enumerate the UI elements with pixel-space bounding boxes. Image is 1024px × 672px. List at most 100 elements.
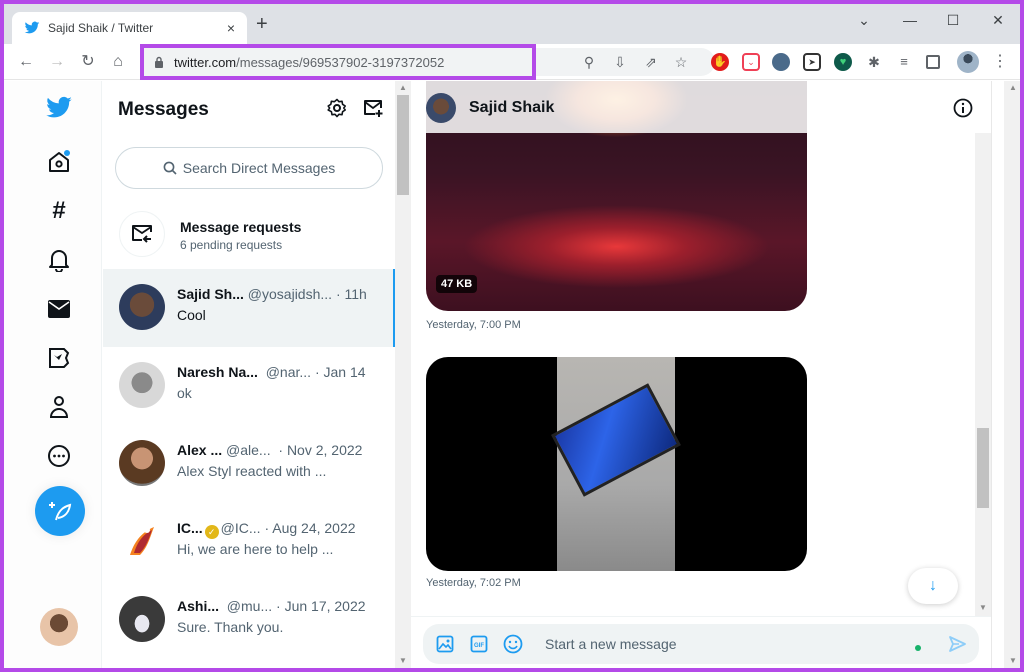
tab-strip: Sajid Shaik / Twitter × + ⌄ — ☐ ✕ [4, 4, 1020, 44]
info-icon[interactable] [953, 98, 973, 118]
conversation-item[interactable]: Naresh Na... @nar... · Jan 14 ok [103, 347, 395, 425]
scroll-down-arrow-icon[interactable]: ▼ [399, 656, 407, 665]
pocket-icon[interactable]: ⌄ [742, 53, 760, 71]
new-tab-button[interactable]: + [256, 14, 268, 34]
message-timestamp: Yesterday, 7:02 PM [426, 577, 521, 589]
account-avatar[interactable] [40, 608, 78, 646]
search-placeholder: Search Direct Messages [182, 160, 336, 176]
video-attachment[interactable] [426, 357, 807, 571]
conversation-name: Alex ... [177, 442, 223, 458]
scrollbar-thumb[interactable] [977, 428, 989, 508]
minimize-button[interactable]: — [900, 12, 920, 28]
browser-tab[interactable]: Sajid Shaik / Twitter × [12, 12, 247, 44]
tab-title: Sajid Shaik / Twitter [48, 21, 154, 35]
scrollbar-thumb[interactable] [397, 95, 409, 195]
scroll-up-arrow-icon[interactable]: ▲ [1009, 83, 1017, 92]
page-scrollbar[interactable]: ▲ ▼ [991, 81, 1020, 668]
profile-avatar[interactable] [957, 51, 979, 73]
conversation-time: · Jun 17, 2022 [276, 598, 366, 614]
verified-badge-icon: ✓ [204, 525, 219, 539]
conversation-preview: Alex Styl reacted with ... [177, 463, 327, 479]
file-size-badge: 47 KB [436, 275, 478, 293]
compose-tweet-button[interactable] [35, 486, 85, 536]
reload-button[interactable]: ↻ [78, 52, 98, 72]
telegram-icon[interactable]: ➤ [803, 53, 821, 71]
conversation-time: · Nov 2, 2022 [278, 442, 363, 458]
bookmark-star-icon[interactable]: ☆ [672, 53, 690, 71]
conversation-time: · Jan 14 [314, 364, 366, 380]
settings-gear-icon[interactable] [327, 98, 349, 120]
conversation-header: Sajid Shaik [411, 81, 991, 133]
tab-search-dropdown-icon[interactable]: ⌄ [854, 12, 874, 29]
message-input[interactable]: Start a new message [545, 636, 915, 652]
conversation-item[interactable]: Ashi... @mu... · Jun 17, 2022 Sure. Than… [103, 581, 395, 659]
conversation-item[interactable]: Alex ... @ale... · Nov 2, 2022 Alex Styl… [103, 425, 395, 503]
avatar [119, 596, 165, 642]
message-timestamp: Yesterday, 7:00 PM [426, 319, 521, 331]
conversation-handle: @yosajidsh... [247, 286, 333, 302]
home-icon[interactable] [44, 147, 74, 177]
message-requests-item[interactable]: Message requests 6 pending requests [103, 199, 395, 267]
grammar-icon[interactable]: ♥ [834, 53, 852, 71]
maximize-button[interactable]: ☐ [943, 12, 963, 29]
conversation-handle: @nar... [265, 364, 312, 380]
browser-window: Sajid Shaik / Twitter × + ⌄ — ☐ ✕ ← → ↻ … [4, 4, 1020, 668]
conversation-scrollbar[interactable]: ▼ [975, 133, 991, 616]
tab-close-button[interactable]: × [227, 20, 235, 36]
home-notification-dot [64, 150, 70, 156]
more-icon[interactable] [44, 441, 74, 471]
scroll-down-arrow-icon[interactable]: ▼ [979, 603, 987, 612]
new-message-icon[interactable] [363, 98, 385, 120]
avatar [119, 518, 165, 564]
search-direct-messages-input[interactable]: Search Direct Messages [115, 147, 383, 189]
conversation-preview: Hi, we are here to help ... [177, 541, 334, 557]
left-nav: # [4, 81, 102, 668]
conversation-name: Ashi... [177, 598, 220, 614]
ghostery-icon[interactable] [772, 53, 790, 71]
arrow-down-icon: ↓ [929, 577, 937, 594]
composer-bar: GIF Start a new message [411, 616, 991, 668]
extensions-puzzle-icon[interactable]: ✱ [865, 53, 883, 71]
messages-scrollbar[interactable]: ▲ ▼ [395, 81, 411, 668]
media-image-icon[interactable] [435, 634, 455, 654]
scroll-up-arrow-icon[interactable]: ▲ [399, 83, 407, 92]
emoji-icon[interactable] [503, 634, 523, 654]
profile-icon[interactable] [44, 392, 74, 422]
search-icon [163, 161, 177, 175]
send-icon[interactable] [947, 634, 967, 654]
contact-avatar[interactable] [426, 93, 456, 123]
page-scrollbar-gutter [992, 81, 1004, 668]
lock-icon [155, 56, 163, 68]
notifications-bell-icon[interactable] [44, 245, 74, 275]
messages-envelope-icon[interactable] [44, 294, 74, 324]
forward-button[interactable]: → [47, 52, 67, 72]
twitter-blue-icon[interactable] [44, 343, 74, 373]
gif-icon[interactable]: GIF [469, 634, 489, 654]
search-icon[interactable]: ⚲ [580, 53, 598, 71]
conversation-item[interactable]: Sajid Sh... @yosajidsh... · 11h Cool [103, 269, 395, 347]
media-queue-icon[interactable]: ≡ [895, 53, 913, 71]
close-window-button[interactable]: ✕ [988, 12, 1008, 29]
icici-logo-icon [130, 527, 154, 555]
message-requests-title: Message requests [180, 219, 302, 235]
conversation-handle: @mu... [226, 598, 273, 614]
conversation-item[interactable]: IC... ✓ @IC... · Aug 24, 2022 Hi, we are h… [103, 503, 395, 581]
conversation-preview: Cool [177, 307, 206, 323]
home-button[interactable]: ⌂ [108, 52, 128, 72]
scroll-down-arrow-icon[interactable]: ▼ [1009, 656, 1017, 665]
svg-text:GIF: GIF [474, 643, 484, 649]
contact-name[interactable]: Sajid Shaik [469, 99, 554, 117]
conversation-name: Sajid Sh... [177, 286, 244, 302]
avatar [119, 284, 165, 330]
menu-icon[interactable]: ⋮ [991, 53, 1009, 71]
explore-hashtag-icon[interactable]: # [44, 196, 74, 226]
scroll-to-bottom-button[interactable]: ↓ [908, 568, 958, 604]
side-panel-icon[interactable] [926, 55, 940, 69]
adblock-icon[interactable]: ✋ [711, 53, 729, 71]
avatar [119, 440, 165, 486]
address-bar[interactable]: twitter.com/messages/969537902-319737205… [140, 44, 536, 80]
install-icon[interactable]: ⇩ [611, 53, 629, 71]
back-button[interactable]: ← [16, 52, 36, 72]
twitter-logo-icon[interactable] [44, 93, 74, 123]
share-icon[interactable]: ⇗ [642, 53, 660, 71]
